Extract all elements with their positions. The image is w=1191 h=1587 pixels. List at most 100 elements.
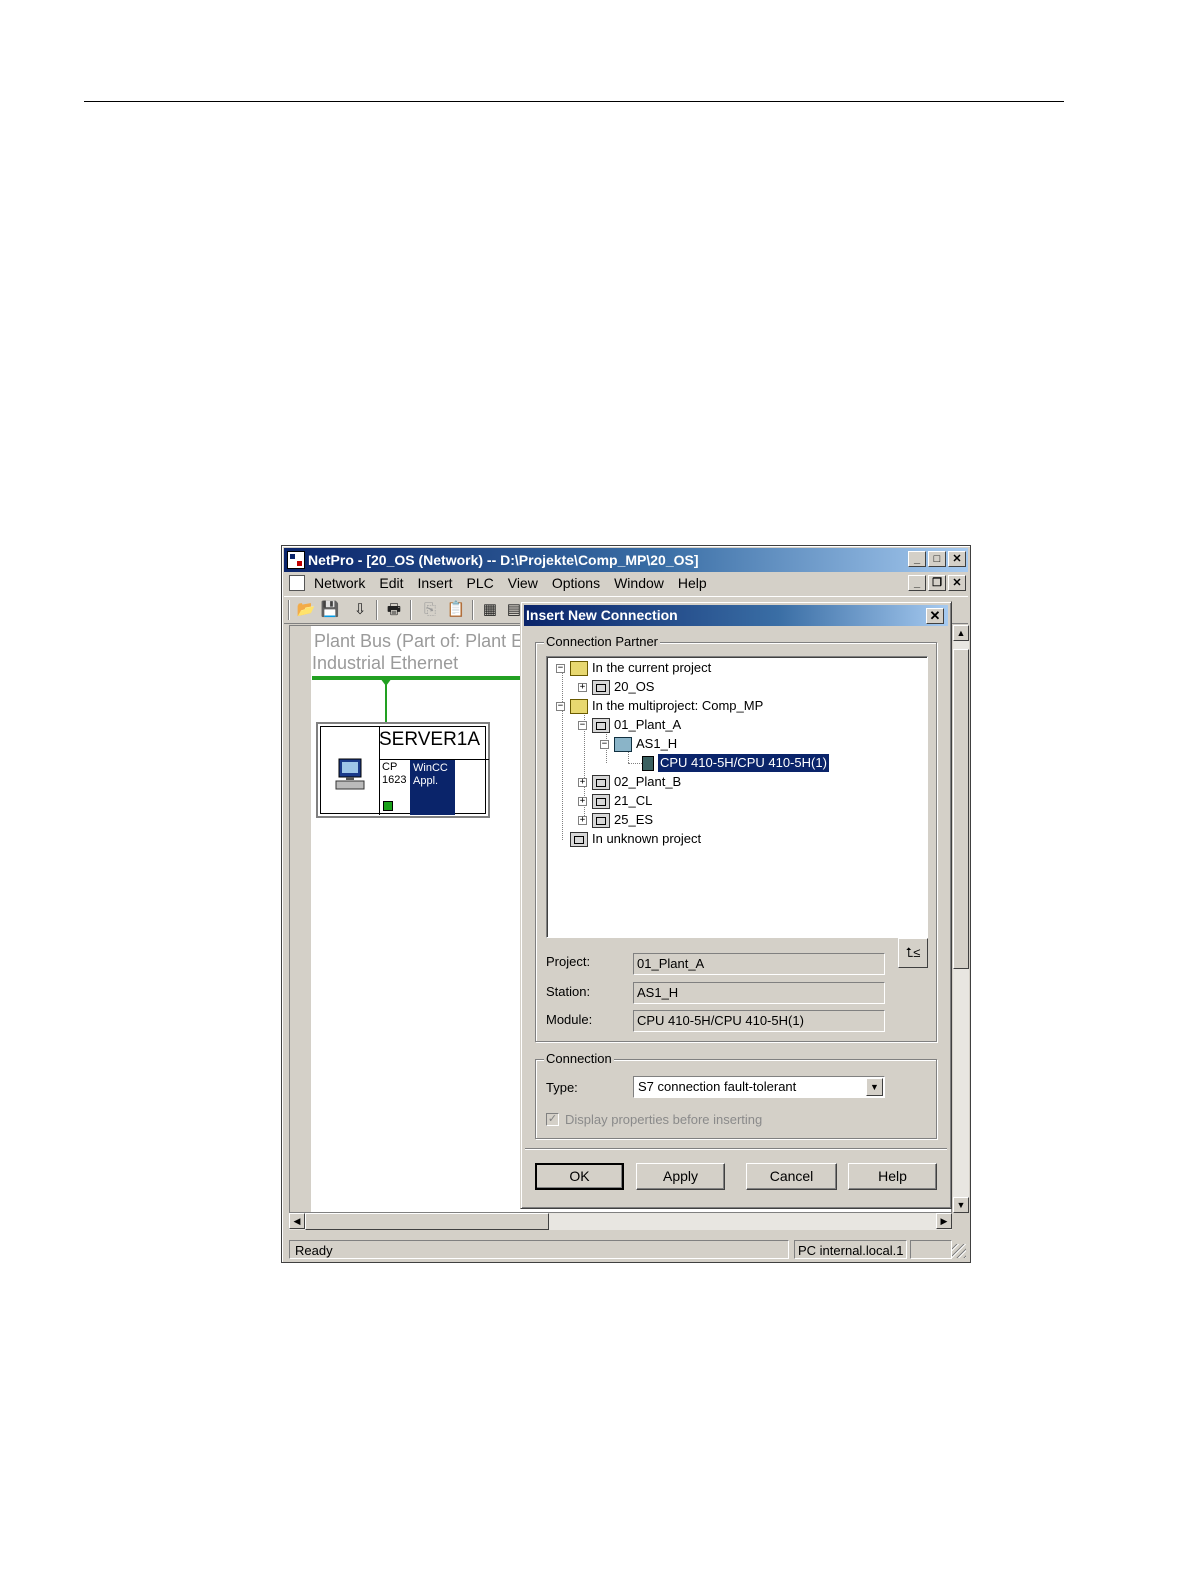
display-properties-checkbox-row[interactable]: ✓ Display properties before inserting	[546, 1112, 762, 1127]
pc-station-icon	[335, 758, 365, 790]
tree-item-21-cl[interactable]: + 21_CL	[578, 792, 652, 810]
menu-insert[interactable]: Insert	[417, 572, 452, 594]
close-button[interactable]: ✕	[948, 551, 966, 567]
configure-icon[interactable]: ▦	[480, 600, 500, 620]
tree-item-unknown-project[interactable]: In unknown project	[570, 830, 701, 848]
cp-module-label[interactable]: CP 1623	[382, 761, 406, 787]
module-field: CPU 410-5H/CPU 410-5H(1)	[633, 1010, 885, 1032]
ok-button[interactable]: OK	[535, 1163, 624, 1190]
connection-partner-tree[interactable]: − In the current project + 20_OS − In th…	[546, 656, 928, 938]
module-label: Module:	[546, 1012, 593, 1027]
window-title: NetPro - [20_OS (Network) -- D:\Projekte…	[308, 552, 699, 568]
scroll-up-icon[interactable]: ▲	[953, 625, 969, 641]
wincc-application-module[interactable]: WinCC Appl.	[410, 760, 455, 815]
connection-group: Connection	[535, 1051, 937, 1139]
project-icon	[592, 717, 610, 733]
status-interface: PC internal.local.1	[794, 1240, 907, 1259]
tree-item-label: 21_CL	[614, 793, 653, 808]
expand-icon[interactable]: +	[578, 815, 587, 825]
project-icon	[592, 793, 610, 809]
collapse-icon[interactable]: −	[556, 663, 565, 673]
project-icon	[592, 774, 610, 790]
vertical-scrollbar[interactable]: ▲ ▼	[952, 625, 969, 1213]
dialog-close-button[interactable]: ✕	[926, 608, 944, 624]
menu-plc[interactable]: PLC	[467, 572, 494, 594]
display-properties-checkbox[interactable]: ✓	[546, 1113, 559, 1126]
cancel-button[interactable]: Cancel	[746, 1163, 837, 1190]
tree-item-as1-h[interactable]: − AS1_H	[600, 735, 677, 753]
dialog-separator	[525, 1148, 947, 1150]
tree-item-multiproject[interactable]: − In the multiproject: Comp_MP	[556, 697, 763, 715]
download-icon[interactable]: ⇩	[350, 600, 370, 620]
dialog-title: Insert New Connection	[526, 607, 678, 623]
project-icon	[592, 812, 610, 828]
open-icon[interactable]: 📂	[296, 600, 316, 620]
help-button[interactable]: Help	[848, 1163, 937, 1190]
horizontal-scrollbar[interactable]: ◀ ▶	[289, 1213, 952, 1230]
toolbar-separator	[288, 600, 290, 620]
collapse-icon[interactable]: −	[600, 739, 609, 749]
menu-edit[interactable]: Edit	[379, 572, 403, 594]
station-frame: SERVER1A CP 1623 WinCC Appl.	[320, 726, 489, 815]
tree-item-cpu-410-5h[interactable]: CPU 410-5H/CPU 410-5H(1)	[642, 753, 830, 773]
toggle-view-button[interactable]: ⮤≤	[898, 938, 928, 968]
tree-item-label: 20_OS	[614, 679, 655, 694]
tree-item-label: In the current project	[592, 660, 712, 675]
expand-icon[interactable]: +	[578, 777, 587, 787]
tree-item-20-os[interactable]: + 20_OS	[578, 678, 654, 696]
toolbar-separator	[410, 600, 412, 620]
folder-icon	[570, 660, 588, 676]
menu-network[interactable]: Network	[314, 572, 365, 594]
menu-options[interactable]: Options	[552, 572, 600, 594]
tree-item-02-plant-b[interactable]: + 02_Plant_B	[578, 773, 681, 791]
document-icon[interactable]	[289, 575, 305, 591]
doc-minimize-button[interactable]: _	[908, 575, 926, 591]
resize-grip-icon[interactable]	[952, 1244, 966, 1258]
station-icon	[614, 736, 632, 752]
station-server1a[interactable]: SERVER1A CP 1623 WinCC Appl.	[316, 722, 490, 818]
doc-close-button[interactable]: ✕	[948, 575, 966, 591]
menu-help[interactable]: Help	[678, 572, 707, 594]
tree-item-01-plant-a[interactable]: − 01_Plant_A	[578, 716, 681, 734]
tree-item-25-es[interactable]: + 25_ES	[578, 811, 653, 829]
minimize-button[interactable]: _	[908, 551, 926, 567]
display-properties-label: Display properties before inserting	[565, 1112, 763, 1127]
scroll-down-icon[interactable]: ▼	[953, 1197, 969, 1213]
title-bar[interactable]: NetPro - [20_OS (Network) -- D:\Projekte…	[284, 548, 968, 572]
tree-item-label: AS1_H	[636, 736, 678, 751]
toolbar-separator	[472, 600, 474, 620]
vertical-scroll-thumb[interactable]	[953, 649, 969, 969]
tree-item-label: 02_Plant_B	[614, 774, 682, 789]
scroll-left-icon[interactable]: ◀	[289, 1213, 305, 1229]
menu-window[interactable]: Window	[614, 572, 664, 594]
print-icon[interactable]: 🖶	[384, 600, 404, 620]
doc-restore-button[interactable]: ❐	[928, 575, 946, 591]
connection-type-value: S7 connection fault-tolerant	[638, 1079, 797, 1094]
expand-icon[interactable]: +	[578, 796, 587, 806]
tree-item-current-project[interactable]: − In the current project	[556, 659, 711, 677]
expand-icon[interactable]: +	[578, 682, 587, 692]
chevron-down-icon[interactable]: ▼	[866, 1078, 883, 1096]
save-icon[interactable]: 💾	[320, 600, 340, 620]
tree-item-label: 01_Plant_A	[614, 717, 682, 732]
station-name: SERVER1A	[379, 729, 481, 750]
collapse-icon[interactable]: −	[556, 701, 565, 711]
bus-connector-icon	[380, 678, 392, 686]
project-field: 01_Plant_A	[633, 953, 885, 975]
cp-interface-icon[interactable]	[383, 801, 393, 811]
collapse-icon[interactable]: −	[578, 720, 587, 730]
connection-type-select[interactable]: S7 connection fault-tolerant ▼	[633, 1076, 885, 1098]
dialog-title-bar[interactable]: Insert New Connection ✕	[524, 605, 948, 626]
menu-view[interactable]: View	[508, 572, 538, 594]
scroll-right-icon[interactable]: ▶	[936, 1213, 952, 1229]
copy-icon[interactable]: ⎘	[420, 600, 440, 620]
netpro-app-icon[interactable]	[287, 551, 305, 569]
subnet-name[interactable]: Plant Bus (Part of: Plant E	[314, 631, 523, 652]
apply-button[interactable]: Apply	[636, 1163, 725, 1190]
station-connection-line[interactable]	[385, 680, 387, 724]
project-label: Project:	[546, 954, 591, 969]
maximize-button[interactable]: □	[928, 551, 946, 567]
paste-icon[interactable]: 📋	[446, 600, 466, 620]
horizontal-scroll-thumb[interactable]	[305, 1213, 549, 1230]
tree-item-label: 25_ES	[614, 812, 654, 827]
